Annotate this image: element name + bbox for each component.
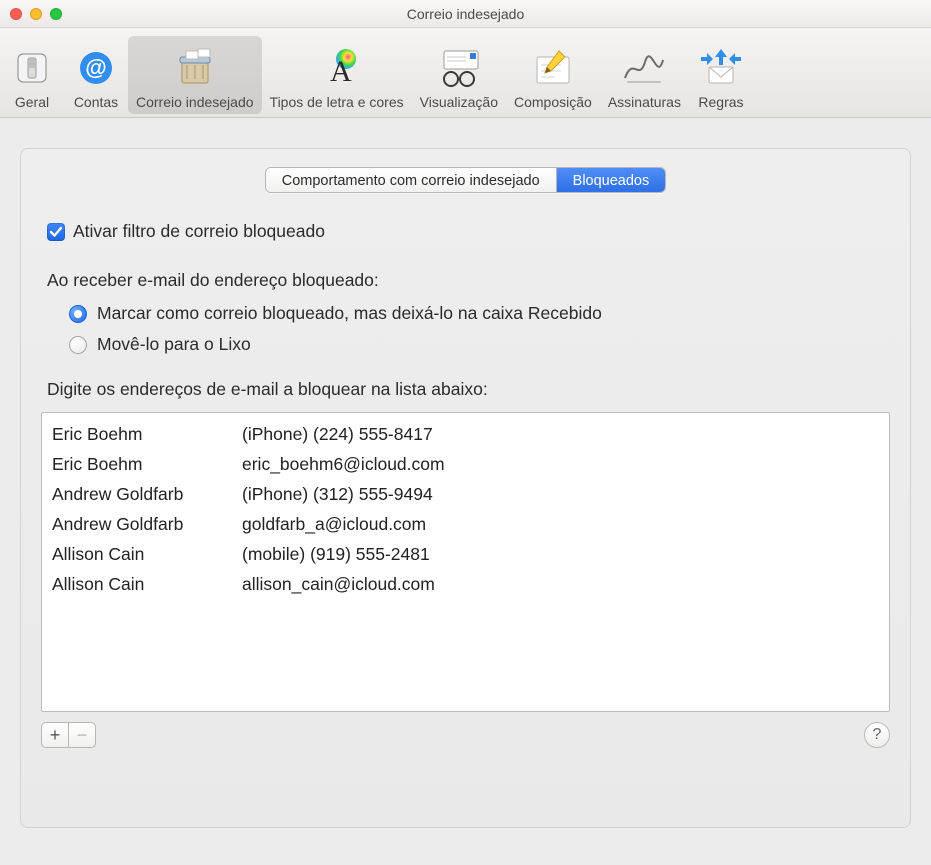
svg-text:A: A — [330, 55, 352, 88]
content-area: Comportamento com correio indesejado Blo… — [0, 118, 931, 865]
toolbar-item-composing[interactable]: Composição — [506, 36, 600, 114]
toolbar-item-junk-mail[interactable]: Correio indesejado — [128, 36, 262, 114]
toolbar-item-rules[interactable]: Regras — [689, 36, 753, 114]
list-item-name: Eric Boehm — [52, 419, 242, 449]
switch-icon — [8, 46, 56, 90]
list-item[interactable]: Andrew Goldfarb (iPhone) (312) 555-9494 — [52, 479, 879, 509]
list-item-contact: goldfarb_a@icloud.com — [242, 509, 879, 539]
rules-arrows-icon — [697, 46, 745, 90]
tab-junk-behavior[interactable]: Comportamento com correio indesejado — [266, 168, 557, 192]
preferences-window: Correio indesejado Geral @ Contas — [0, 0, 931, 865]
signature-icon — [620, 46, 668, 90]
close-window-button[interactable] — [10, 8, 22, 20]
help-button[interactable]: ? — [864, 722, 890, 748]
list-item-contact: (iPhone) (224) 555-8417 — [242, 419, 879, 449]
radio-move-to-trash-label: Movê-lo para o Lixo — [97, 334, 251, 355]
remove-address-button[interactable]: − — [68, 722, 96, 748]
radio-mark-leave-inbox[interactable] — [69, 305, 87, 323]
toolbar-item-label: Tipos de letra e cores — [270, 94, 404, 110]
list-item[interactable]: Andrew Goldfarb goldfarb_a@icloud.com — [52, 509, 879, 539]
toolbar-item-label: Geral — [15, 94, 49, 110]
toolbar-item-label: Composição — [514, 94, 592, 110]
toolbar-item-signatures[interactable]: Assinaturas — [600, 36, 689, 114]
toolbar-item-label: Correio indesejado — [136, 94, 254, 110]
list-item-contact: (iPhone) (312) 555-9494 — [242, 479, 879, 509]
toolbar-item-label: Regras — [698, 94, 743, 110]
toolbar-item-fonts-colors[interactable]: A Tipos de letra e cores — [262, 36, 412, 114]
radio-move-to-trash[interactable] — [69, 336, 87, 354]
list-item-contact: allison_cain@icloud.com — [242, 569, 879, 599]
tab-blocked[interactable]: Bloqueados — [557, 168, 666, 192]
enable-blocked-filter-label: Ativar filtro de correio bloqueado — [73, 221, 325, 242]
radio-mark-leave-inbox-label: Marcar como correio bloqueado, mas deixá… — [97, 303, 602, 324]
list-item-contact: (mobile) (919) 555-2481 — [242, 539, 879, 569]
add-address-button[interactable]: + — [41, 722, 69, 748]
titlebar: Correio indesejado — [0, 0, 931, 28]
glasses-message-icon — [435, 46, 483, 90]
toolbar-item-accounts[interactable]: @ Contas — [64, 36, 128, 114]
svg-text:@: @ — [85, 55, 106, 80]
list-item-name: Allison Cain — [52, 569, 242, 599]
toolbar-item-label: Contas — [74, 94, 118, 110]
list-item-name: Andrew Goldfarb — [52, 479, 242, 509]
minimize-window-button[interactable] — [30, 8, 42, 20]
list-actions-row: + − ? — [41, 722, 890, 748]
blocked-panel: Comportamento com correio indesejado Blo… — [20, 148, 911, 828]
list-item-name: Eric Boehm — [52, 449, 242, 479]
trash-bin-icon — [171, 46, 219, 90]
list-item-contact: eric_boehm6@icloud.com — [242, 449, 879, 479]
toolbar-item-label: Visualização — [420, 94, 498, 110]
list-item-name: Allison Cain — [52, 539, 242, 569]
tab-segmented-control: Comportamento com correio indesejado Blo… — [41, 167, 890, 193]
toolbar-item-viewing[interactable]: Visualização — [412, 36, 506, 114]
list-item[interactable]: Allison Cain (mobile) (919) 555-2481 — [52, 539, 879, 569]
letter-a-color-icon: A — [313, 46, 361, 90]
at-sign-icon: @ — [72, 46, 120, 90]
toolbar-item-label: Assinaturas — [608, 94, 681, 110]
on-receive-label: Ao receber e-mail do endereço bloqueado: — [47, 270, 890, 291]
window-controls — [10, 0, 62, 27]
list-item[interactable]: Eric Boehm eric_boehm6@icloud.com — [52, 449, 879, 479]
on-receive-radio-group: Marcar como correio bloqueado, mas deixá… — [69, 303, 890, 355]
preferences-toolbar: Geral @ Contas — [0, 28, 931, 118]
blocked-list-prompt: Digite os endereços de e-mail a bloquear… — [47, 379, 890, 400]
list-item-name: Andrew Goldfarb — [52, 509, 242, 539]
toolbar-item-general[interactable]: Geral — [0, 36, 64, 114]
checkmark-icon — [49, 225, 63, 239]
enable-blocked-filter-checkbox[interactable] — [47, 223, 65, 241]
window-title: Correio indesejado — [10, 6, 921, 22]
list-item[interactable]: Eric Boehm (iPhone) (224) 555-8417 — [52, 419, 879, 449]
blocked-addresses-list[interactable]: Eric Boehm (iPhone) (224) 555-8417 Eric … — [41, 412, 890, 712]
list-item[interactable]: Allison Cain allison_cain@icloud.com — [52, 569, 879, 599]
zoom-window-button[interactable] — [50, 8, 62, 20]
pencil-paper-icon — [529, 46, 577, 90]
